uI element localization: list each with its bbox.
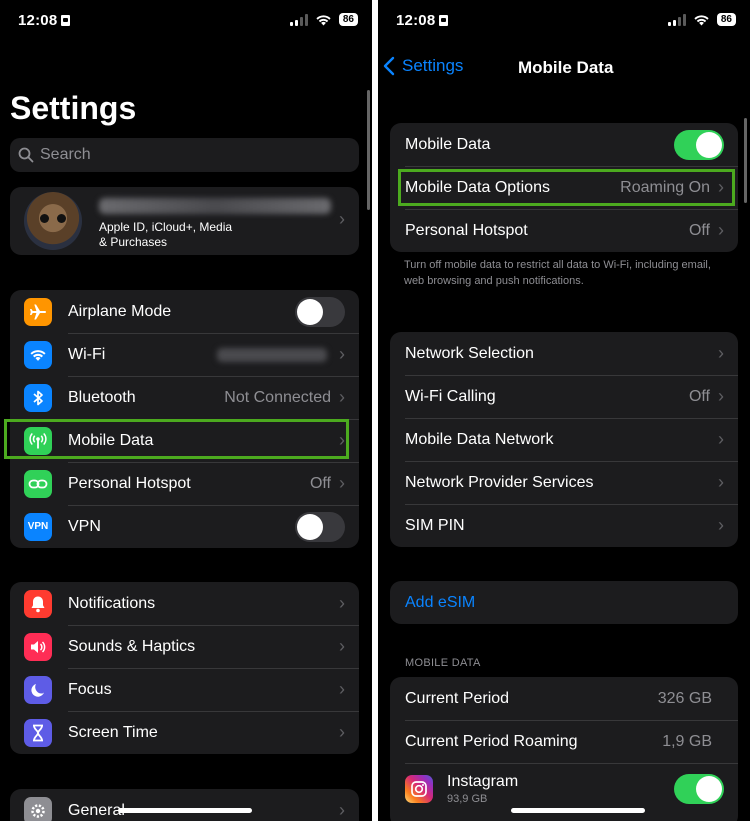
chevron-right-icon: ›	[339, 800, 345, 820]
settings-row-notifications[interactable]: Notifications ›	[10, 582, 359, 625]
settings-row-wifi[interactable]: Wi-Fi ›	[10, 333, 359, 376]
section-header-mobile-data: MOBILE DATA	[405, 657, 481, 669]
usage-group: Current Period 326 GB Current Period Roa…	[390, 677, 738, 821]
scrollbar[interactable]	[744, 118, 747, 203]
current-period-roaming-row: Current Period Roaming 1,9 GB	[390, 720, 738, 763]
airplane-icon	[24, 297, 52, 326]
settings-row-screen-time[interactable]: Screen Time ›	[10, 711, 359, 754]
airplane-mode-toggle[interactable]	[295, 296, 345, 327]
chevron-right-icon: ›	[339, 593, 345, 613]
chevron-left-icon	[383, 56, 395, 76]
settings-row-mobile-data[interactable]: Mobile Data ›	[10, 419, 359, 462]
settings-row-bluetooth[interactable]: Bluetooth Not Connected ›	[10, 376, 359, 419]
hourglass-icon	[24, 718, 52, 747]
chevron-right-icon: ›	[339, 473, 345, 493]
gear-icon	[24, 796, 52, 821]
chevron-right-icon: ›	[339, 722, 345, 742]
bell-icon	[24, 589, 52, 618]
network-selection-row[interactable]: Network Selection ›	[390, 332, 738, 375]
bluetooth-icon	[24, 383, 52, 412]
chevron-right-icon: ›	[718, 472, 724, 492]
chevron-right-icon: ›	[339, 344, 345, 364]
search-field[interactable]: Search	[10, 138, 359, 172]
network-group: Network Selection › Wi-Fi Calling Off › …	[390, 332, 738, 547]
instagram-data-toggle[interactable]	[674, 774, 724, 804]
home-indicator[interactable]	[511, 808, 645, 813]
wifi-status-icon	[316, 14, 331, 25]
wifi-status-icon	[694, 14, 709, 25]
sim-pin-row[interactable]: SIM PIN ›	[390, 504, 738, 547]
cellular-signal-icon	[667, 13, 686, 26]
add-esim-button[interactable]: Add eSIM	[390, 581, 738, 624]
chevron-right-icon: ›	[718, 220, 724, 240]
settings-row-sounds-haptics[interactable]: Sounds & Haptics ›	[10, 625, 359, 668]
status-time: 12:08	[18, 12, 71, 29]
instagram-icon	[405, 775, 433, 803]
chevron-right-icon: ›	[718, 515, 724, 535]
speaker-icon	[24, 632, 52, 661]
settings-row-general[interactable]: General ›	[10, 789, 359, 821]
vpn-toggle[interactable]	[295, 511, 345, 542]
settings-row-airplane-mode[interactable]: Airplane Mode	[10, 290, 359, 333]
status-time: 12:08	[396, 12, 449, 29]
chevron-right-icon: ›	[718, 177, 724, 197]
wifi-network-redacted	[217, 347, 327, 362]
back-button[interactable]: Settings	[383, 56, 463, 76]
notifications-group: Notifications › Sounds & Haptics › Focus…	[10, 582, 359, 754]
add-esim-group: Add eSIM	[390, 581, 738, 624]
current-period-row: Current Period 326 GB	[405, 689, 712, 707]
connectivity-group: Airplane Mode Wi-Fi › Bluetooth Not Conn…	[10, 290, 359, 548]
scrollbar[interactable]	[367, 90, 370, 210]
chevron-right-icon: ›	[718, 343, 724, 363]
home-indicator[interactable]	[118, 808, 252, 813]
mobile-data-group: Mobile Data Mobile Data Options Roaming …	[390, 123, 738, 252]
mobile-data-toggle[interactable]	[674, 129, 724, 160]
profile-subtitle: Apple ID, iCloud+, Media & Purchases	[99, 220, 233, 249]
general-group: General ›	[10, 789, 359, 821]
avatar	[24, 192, 82, 250]
chevron-right-icon: ›	[718, 386, 724, 406]
personal-hotspot-row[interactable]: Personal Hotspot Off ›	[390, 209, 738, 252]
profile-name-redacted	[99, 198, 331, 214]
search-placeholder: Search	[40, 146, 91, 163]
network-provider-services-row[interactable]: Network Provider Services ›	[390, 461, 738, 504]
wifi-calling-row[interactable]: Wi-Fi Calling Off ›	[390, 375, 738, 418]
status-bar: 12:08 86	[0, 12, 372, 32]
chevron-right-icon: ›	[339, 209, 345, 229]
chevron-right-icon: ›	[718, 429, 724, 449]
page-title: Settings	[10, 90, 137, 126]
chevron-right-icon: ›	[339, 636, 345, 656]
settings-row-focus[interactable]: Focus ›	[10, 668, 359, 711]
app-data-usage: 93,9 GB	[447, 793, 488, 805]
mobile-data-options-row[interactable]: Mobile Data Options Roaming On ›	[390, 166, 738, 209]
sim-card-icon	[61, 15, 71, 26]
groot-avatar-icon	[40, 214, 49, 223]
chevron-right-icon: ›	[339, 430, 345, 450]
settings-row-personal-hotspot[interactable]: Personal Hotspot Off ›	[10, 462, 359, 505]
hotspot-link-icon	[24, 469, 52, 498]
cellular-signal-icon	[289, 13, 308, 26]
settings-row-vpn[interactable]: VPN VPN	[10, 505, 359, 548]
mobile-data-row[interactable]: Mobile Data	[390, 123, 738, 166]
mobile-data-screen: 12:08 86 Settings Mobile Data Mobile Dat…	[378, 0, 750, 821]
antenna-icon	[24, 426, 52, 455]
settings-screen: 12:08 86 Settings Search Apple ID, iClou…	[0, 0, 372, 821]
vpn-icon: VPN	[24, 512, 52, 541]
battery-indicator: 86	[338, 13, 358, 26]
mobile-data-network-row[interactable]: Mobile Data Network ›	[390, 418, 738, 461]
moon-icon	[24, 675, 52, 704]
search-icon	[18, 147, 34, 163]
battery-indicator: 86	[716, 13, 736, 26]
nav-title: Mobile Data	[518, 58, 614, 77]
apple-id-card[interactable]: Apple ID, iCloud+, Media & Purchases ›	[10, 187, 359, 255]
status-bar: 12:08 86	[378, 12, 750, 32]
app-name: Instagram	[447, 773, 519, 790]
chevron-right-icon: ›	[339, 387, 345, 407]
sim-card-icon	[439, 15, 449, 26]
chevron-right-icon: ›	[339, 679, 345, 699]
mobile-data-footer-text: Turn off mobile data to restrict all dat…	[404, 259, 711, 287]
wifi-icon	[24, 340, 52, 369]
